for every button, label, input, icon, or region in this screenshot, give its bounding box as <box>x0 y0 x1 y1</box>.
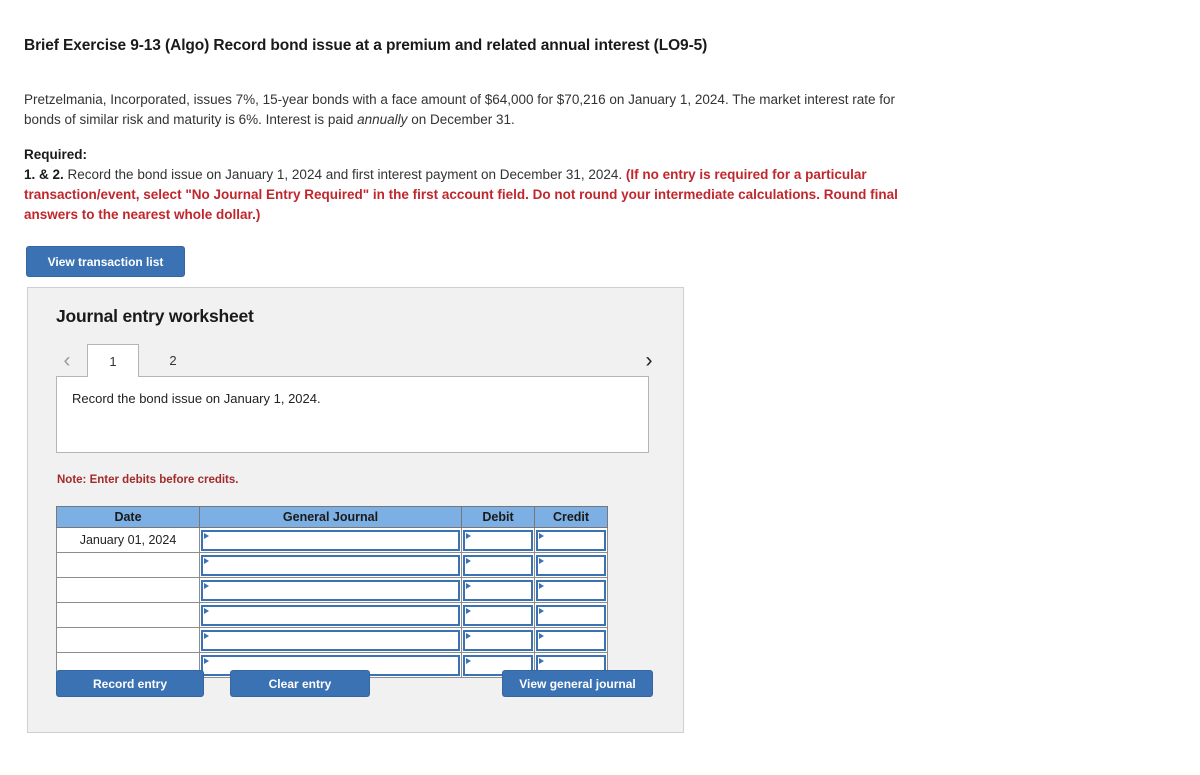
general-journal-cell[interactable] <box>199 552 462 578</box>
debit-cell[interactable] <box>461 602 535 628</box>
view-transaction-list-button[interactable]: View transaction list <box>26 246 185 277</box>
general-journal-cell[interactable] <box>199 602 462 628</box>
chevron-right-icon[interactable]: › <box>638 344 660 376</box>
worksheet-title: Journal entry worksheet <box>56 306 254 326</box>
debits-before-credits-note: Note: Enter debits before credits. <box>57 474 239 486</box>
worksheet-tab-1[interactable]: 1 <box>87 344 139 377</box>
debit-cell[interactable] <box>461 527 535 553</box>
table-row: January 01, 2024 <box>56 527 608 553</box>
record-entry-button[interactable]: Record entry <box>56 670 204 697</box>
question-body-line1: Pretzelmania, Incorporated, issues 7%, 1… <box>24 92 801 107</box>
worksheet-instruction-box: Record the bond issue on January 1, 2024… <box>56 376 649 453</box>
worksheet-tabs: ‹ 1 2 › <box>56 344 660 377</box>
required-number: 1. & 2. <box>24 167 64 182</box>
column-header-date: Date <box>56 506 200 528</box>
required-block: Required: 1. & 2. Record the bond issue … <box>24 145 914 225</box>
table-row <box>56 602 608 628</box>
credit-cell[interactable] <box>534 552 608 578</box>
debit-input[interactable] <box>463 579 533 601</box>
date-cell[interactable]: January 01, 2024 <box>56 527 200 553</box>
question-body: Pretzelmania, Incorporated, issues 7%, 1… <box>24 90 914 130</box>
required-label: Required: <box>24 147 88 162</box>
journal-entry-table: Date General Journal Debit Credit Januar… <box>56 506 608 678</box>
credit-input[interactable] <box>536 604 606 626</box>
general-journal-input[interactable] <box>201 579 460 601</box>
date-cell[interactable] <box>56 552 200 578</box>
worksheet-instruction-text: Record the bond issue on January 1, 2024… <box>72 391 321 406</box>
general-journal-input[interactable] <box>201 529 460 551</box>
date-cell[interactable] <box>56 627 200 653</box>
column-header-debit: Debit <box>461 506 535 528</box>
view-general-journal-button[interactable]: View general journal <box>502 670 653 697</box>
general-journal-cell[interactable] <box>199 527 462 553</box>
general-journal-cell[interactable] <box>199 627 462 653</box>
column-header-credit: Credit <box>534 506 608 528</box>
credit-input[interactable] <box>536 554 606 576</box>
table-row <box>56 552 608 578</box>
journal-entry-worksheet-panel: Journal entry worksheet ‹ 1 2 › Record t… <box>27 287 684 733</box>
worksheet-tab-2[interactable]: 2 <box>147 344 199 377</box>
credit-cell[interactable] <box>534 527 608 553</box>
required-text: Record the bond issue on January 1, 2024… <box>63 167 626 182</box>
credit-cell[interactable] <box>534 577 608 603</box>
credit-cell[interactable] <box>534 602 608 628</box>
date-cell[interactable] <box>56 577 200 603</box>
table-header-row: Date General Journal Debit Credit <box>56 506 608 528</box>
debit-input[interactable] <box>463 554 533 576</box>
debit-input[interactable] <box>463 604 533 626</box>
general-journal-cell[interactable] <box>199 577 462 603</box>
column-header-general-journal: General Journal <box>199 506 462 528</box>
table-row <box>56 577 608 603</box>
debit-input[interactable] <box>463 629 533 651</box>
general-journal-input[interactable] <box>201 629 460 651</box>
credit-cell[interactable] <box>534 627 608 653</box>
debit-input[interactable] <box>463 529 533 551</box>
table-row <box>56 627 608 653</box>
page-title: Brief Exercise 9-13 (Algo) Record bond i… <box>24 37 708 54</box>
chevron-left-icon[interactable]: ‹ <box>56 344 78 376</box>
general-journal-input[interactable] <box>201 554 460 576</box>
debit-cell[interactable] <box>461 552 535 578</box>
clear-entry-button[interactable]: Clear entry <box>230 670 370 697</box>
general-journal-input[interactable] <box>201 604 460 626</box>
credit-input[interactable] <box>536 629 606 651</box>
credit-input[interactable] <box>536 529 606 551</box>
question-body-emphasis: annually <box>357 112 408 127</box>
question-body-line2-post: on December 31. <box>407 112 515 127</box>
date-cell[interactable] <box>56 602 200 628</box>
debit-cell[interactable] <box>461 627 535 653</box>
credit-input[interactable] <box>536 579 606 601</box>
debit-cell[interactable] <box>461 577 535 603</box>
